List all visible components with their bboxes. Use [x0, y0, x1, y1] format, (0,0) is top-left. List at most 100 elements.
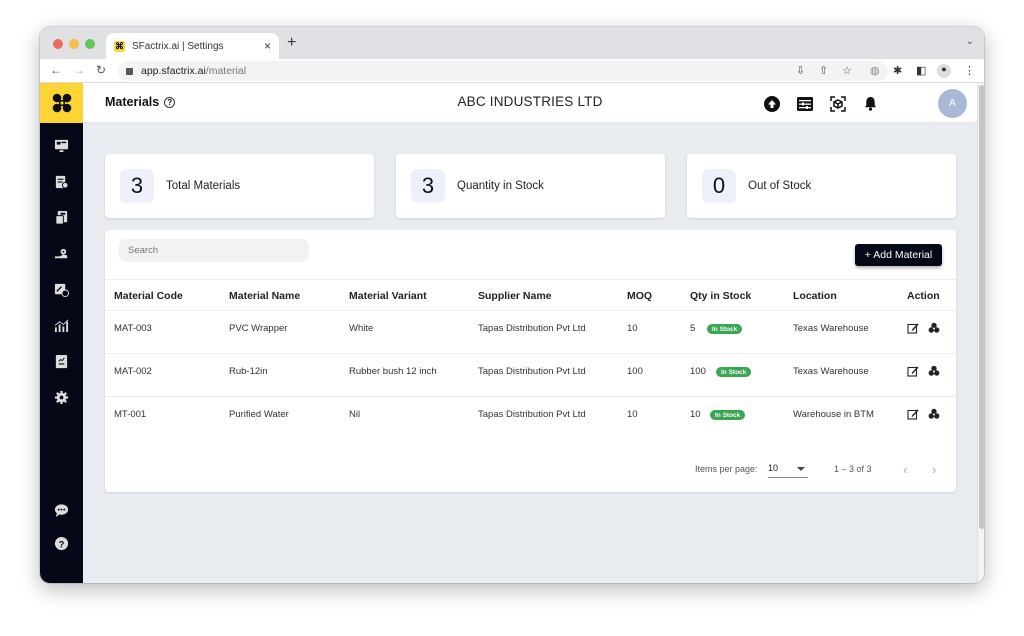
browser-window: ⌘ SFactrix.ai | Settings × + ⌄ ← → ↻ app… — [40, 27, 984, 583]
cell-supplier-name: Tapas Distribution Pvt Ltd — [478, 409, 586, 420]
tab-title: SFactrix.ai | Settings — [132, 40, 224, 52]
chat-button[interactable] — [53, 502, 69, 518]
sidebar-item-supply[interactable] — [53, 245, 69, 261]
summary-value: 0 — [702, 169, 736, 203]
cell-material-variant: White — [349, 323, 374, 334]
sfactrix-logo-icon — [52, 93, 71, 113]
sidebar-item-materials[interactable] — [53, 281, 69, 297]
upload-button[interactable] — [763, 95, 780, 112]
share-icon[interactable]: ⇧ — [819, 64, 828, 77]
extensions-puzzle-icon[interactable]: ✱ — [893, 64, 902, 77]
help-button[interactable]: ? — [53, 535, 69, 551]
items-per-page-label: Items per page: — [695, 464, 758, 474]
cell-qty: 10 — [690, 409, 701, 420]
column-header-material-code[interactable]: Material Code — [114, 290, 183, 302]
column-header-supplier-name[interactable]: Supplier Name — [478, 290, 552, 302]
pagination-range: 1 – 3 of 3 — [834, 464, 872, 474]
cell-material-code: MAT-003 — [114, 323, 152, 334]
sidebar-item-dashboard[interactable] — [53, 137, 69, 153]
sidebar-item-reports[interactable] — [53, 353, 69, 369]
gear-icon — [54, 390, 68, 404]
address-bar: ← → ↻ app.sfactrix.ai/material ⇩ ⇧ ☆ ◍ ✱… — [40, 59, 984, 83]
edit-icon[interactable] — [907, 365, 919, 377]
profile-icon[interactable]: ● — [937, 64, 951, 78]
side-panel-icon[interactable]: ◧ — [916, 64, 926, 77]
cell-location: Warehouse in BTM — [793, 409, 874, 420]
sidebar-item-documents[interactable] — [53, 209, 69, 225]
column-header-material-variant[interactable]: Material Variant — [349, 290, 427, 302]
favicon-icon: ⌘ — [114, 40, 125, 52]
url-field[interactable]: app.sfactrix.ai/material — [118, 61, 888, 81]
column-header-location[interactable]: Location — [793, 290, 837, 302]
edit-icon[interactable] — [907, 322, 919, 334]
filters-button[interactable] — [796, 95, 813, 112]
status-badge: In Stock — [716, 367, 752, 377]
reload-icon[interactable]: ↻ — [96, 63, 106, 77]
summary-label: Out of Stock — [748, 180, 812, 192]
cell-qty: 100 — [690, 366, 706, 377]
table-row[interactable]: MT-001 Purified Water Nil Tapas Distribu… — [105, 397, 956, 440]
svg-text:?: ? — [58, 539, 64, 549]
cell-supplier-name: Tapas Distribution Pvt Ltd — [478, 323, 586, 334]
next-page-button[interactable]: › — [932, 462, 936, 477]
maximize-window-button[interactable] — [85, 39, 95, 49]
scan-3d-icon — [829, 95, 846, 112]
summary-value: 3 — [411, 169, 445, 203]
search-input[interactable] — [119, 239, 309, 262]
back-icon[interactable]: ← — [50, 63, 62, 77]
cell-material-name: Rub-12in — [229, 366, 268, 377]
minimize-window-button[interactable] — [69, 39, 79, 49]
notifications-button[interactable] — [862, 95, 879, 112]
cell-location: Texas Warehouse — [793, 366, 869, 377]
stock-boxes-icon[interactable] — [928, 365, 940, 377]
stock-boxes-icon[interactable] — [928, 322, 940, 334]
materials-table-panel: + Add Material Material Code Material Na… — [105, 230, 956, 492]
column-header-action: Action — [907, 290, 940, 302]
top-header: Materials ? ABC INDUSTRIES LTD A — [83, 83, 977, 123]
new-tab-button[interactable]: + — [287, 34, 296, 52]
column-header-moq[interactable]: MOQ — [627, 290, 652, 302]
edit-icon[interactable] — [907, 408, 919, 420]
add-material-button[interactable]: + Add Material — [855, 244, 942, 266]
report-icon — [55, 354, 67, 368]
sidebar-item-analytics[interactable] — [53, 317, 69, 333]
table-header: Material Code Material Name Material Var… — [105, 279, 956, 311]
stock-boxes-icon[interactable] — [928, 408, 940, 420]
bar-chart-icon — [54, 319, 68, 332]
close-tab-icon[interactable]: × — [264, 39, 271, 53]
items-per-page-select[interactable]: 10 — [768, 463, 808, 478]
bookmark-star-icon[interactable]: ☆ — [842, 64, 852, 77]
bell-icon — [864, 96, 877, 111]
status-badge: In Stock — [710, 410, 746, 420]
scan-button[interactable] — [829, 95, 846, 112]
browser-menu-icon[interactable]: ⋮ — [964, 64, 975, 77]
sidebar-item-orders[interactable] — [53, 173, 69, 189]
globe-extension-icon[interactable]: ◍ — [870, 64, 880, 77]
url-host: app.sfactrix.ai — [141, 65, 206, 77]
cell-material-variant: Nil — [349, 409, 361, 420]
forward-icon[interactable]: → — [73, 63, 85, 77]
logo[interactable] — [40, 83, 83, 123]
items-per-page-value: 10 — [768, 463, 779, 473]
main-content: 3 Total Materials 3 Quantity in Stock 0 … — [83, 123, 977, 583]
page-scrollbar[interactable] — [977, 83, 984, 583]
scrollbar-thumb[interactable] — [979, 85, 984, 529]
cell-moq: 10 — [627, 409, 638, 420]
column-header-qty-in-stock[interactable]: Qty in Stock — [690, 290, 751, 302]
status-badge: In Stock — [707, 324, 743, 334]
help-circle-icon: ? — [54, 536, 68, 550]
cell-supplier-name: Tapas Distribution Pvt Ltd — [478, 366, 586, 377]
install-app-icon[interactable]: ⇩ — [796, 64, 805, 77]
sidebar-item-settings[interactable] — [53, 389, 69, 405]
table-row[interactable]: MAT-002 Rub-12in Rubber bush 12 inch Tap… — [105, 354, 956, 397]
summary-card-out-of-stock: 0 Out of Stock — [687, 154, 956, 218]
cell-qty: 5 — [690, 323, 696, 334]
column-header-material-name[interactable]: Material Name — [229, 290, 300, 302]
close-window-button[interactable] — [53, 39, 63, 49]
user-avatar[interactable]: A — [938, 89, 967, 118]
table-row[interactable]: MAT-003 PVC Wrapper White Tapas Distribu… — [105, 311, 956, 354]
previous-page-button[interactable]: ‹ — [903, 462, 907, 477]
lock-icon — [126, 67, 133, 75]
browser-tab[interactable]: ⌘ SFactrix.ai | Settings × — [106, 33, 279, 59]
tab-search-chevron-icon[interactable]: ⌄ — [966, 36, 974, 47]
